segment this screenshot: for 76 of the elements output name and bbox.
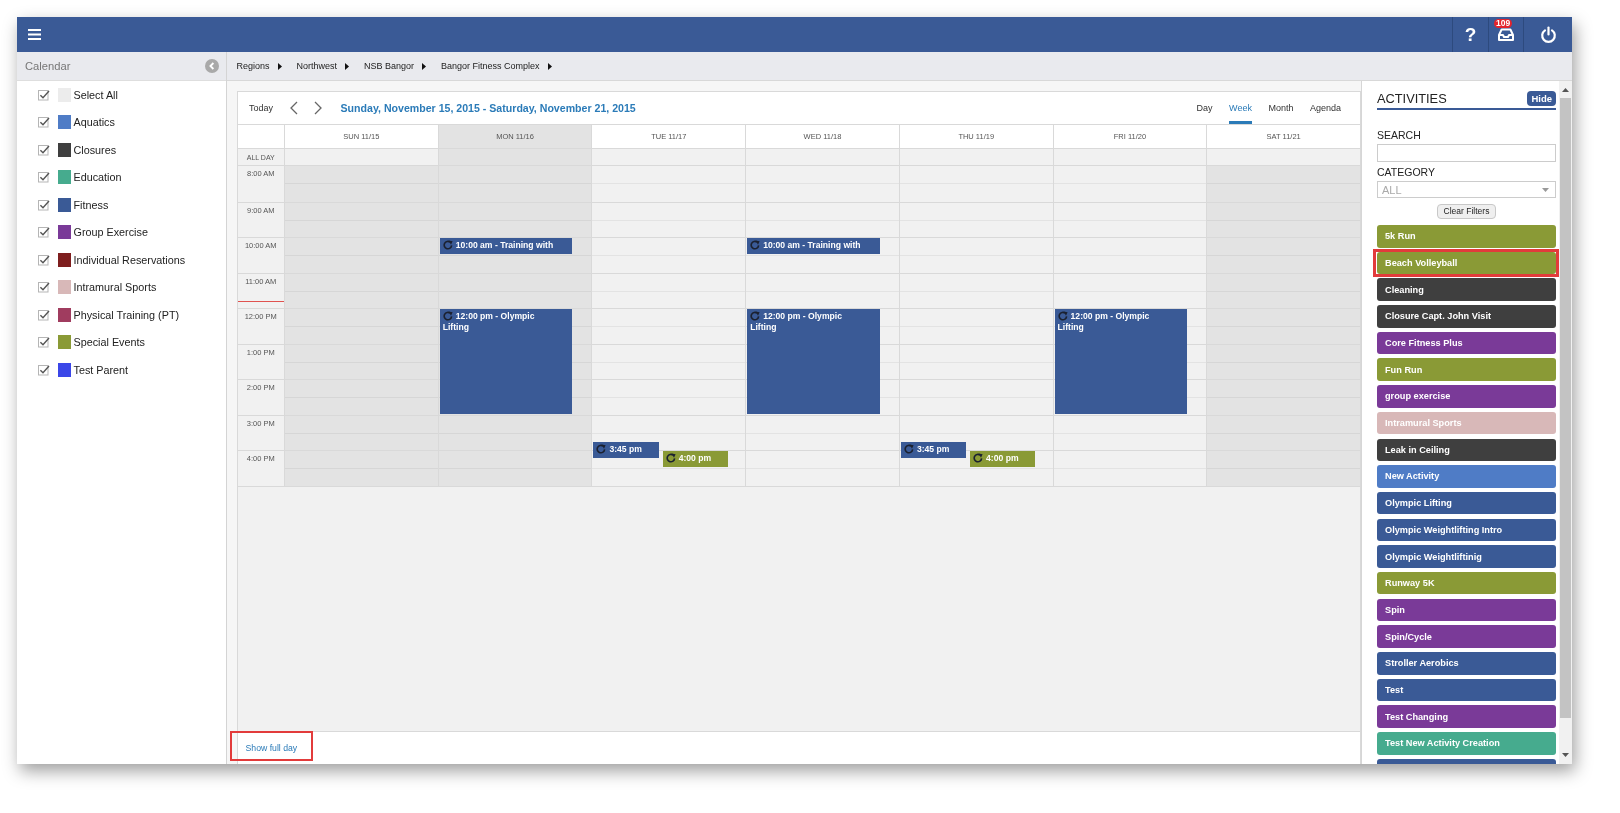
calendar-name: Education — [73, 171, 122, 184]
activity-item[interactable]: Cleaning — [1377, 278, 1556, 301]
view-tab[interactable]: Agenda — [1309, 92, 1341, 124]
field-label: SEARCH — [1377, 129, 1422, 141]
activity-item[interactable]: group exercise — [1377, 385, 1556, 408]
checkbox[interactable] — [38, 198, 50, 211]
hide-button[interactable]: Hide — [1527, 91, 1556, 106]
breadcrumb-link[interactable]: Northwest — [296, 61, 338, 71]
calendar-name: Individual Reservations — [73, 253, 186, 266]
checkbox[interactable] — [38, 116, 50, 129]
scroll-down-icon[interactable] — [1562, 753, 1569, 757]
calendar-event[interactable]: 12:00 pm - Olympic Lifting — [1054, 309, 1187, 414]
sidebar-title: Calendar — [25, 60, 71, 72]
calendar-name: Select All — [73, 88, 118, 101]
checkbox[interactable] — [38, 308, 50, 321]
activity-item[interactable]: Spin/Cycle — [1377, 625, 1556, 648]
activity-item[interactable]: Core Fitness Plus — [1377, 331, 1556, 355]
calendar-name: Fitness — [73, 198, 109, 211]
activity-item[interactable]: New Activity — [1377, 465, 1556, 488]
checkbox[interactable] — [38, 88, 50, 101]
scrollbar-thumb[interactable] — [1560, 98, 1571, 718]
breadcrumb-link[interactable]: Bangor Fitness Complex — [441, 61, 540, 71]
search-field[interactable] — [1377, 143, 1556, 162]
caret-icon — [422, 62, 427, 70]
calendar-event[interactable]: 10:00 am - Training with — [747, 238, 880, 254]
show-full-day-link[interactable]: Show full day — [245, 742, 298, 754]
calendar-name: Aquatics — [73, 116, 115, 129]
calendar-event[interactable]: 3:45 pm — [900, 442, 967, 458]
calendar-name: Physical Training (PT) — [73, 308, 180, 321]
view-tab[interactable]: Week — [1229, 92, 1252, 124]
calendar-event[interactable]: 12:00 pm - Olympic Lifting — [747, 309, 880, 414]
activity-item[interactable]: Leak in Ceiling — [1377, 438, 1556, 461]
caret-icon — [547, 62, 552, 70]
panel-title: ACTIVITIES — [1377, 91, 1447, 106]
breadcrumb-link[interactable]: NSB Bangor — [364, 61, 415, 71]
view-tab[interactable]: Day — [1196, 92, 1213, 124]
calendar-name: Group Exercise — [73, 226, 148, 239]
calendar-event[interactable]: 10:00 am - Training with — [439, 238, 573, 254]
activity-item[interactable]: Olympic Weightliftinig — [1377, 545, 1556, 568]
calendar-event[interactable]: 3:45 pm — [593, 442, 659, 458]
checkbox[interactable] — [38, 171, 50, 184]
clear-filters-button[interactable]: Clear Filters — [1436, 203, 1497, 219]
checkbox[interactable] — [38, 143, 50, 156]
checkbox[interactable] — [38, 281, 50, 294]
activity-item[interactable]: Olympic Lifting — [1377, 491, 1556, 515]
tray-icon — [1497, 27, 1515, 42]
activity-item[interactable]: Test Changing — [1377, 705, 1556, 728]
checkbox[interactable] — [38, 253, 50, 266]
menu-button[interactable] — [28, 29, 41, 40]
caret-icon — [277, 62, 282, 70]
checkbox[interactable] — [38, 363, 50, 376]
calendar-name: Special Events — [73, 336, 145, 349]
calendar-name: Intramural Sports — [73, 281, 157, 294]
today-button[interactable]: Today — [249, 103, 274, 113]
scroll-up-icon[interactable] — [1562, 88, 1569, 92]
calendar-name: Test Parent — [73, 363, 129, 376]
checkbox[interactable] — [38, 226, 50, 239]
breadcrumb-link[interactable]: Regions — [236, 61, 270, 71]
activity-item[interactable]: Closure Capt. John Visit — [1377, 305, 1556, 328]
power-icon — [1539, 26, 1557, 43]
activity-item[interactable]: Test — [1377, 678, 1556, 702]
field-label: CATEGORY — [1377, 165, 1436, 178]
calendar-name: Closures — [73, 143, 117, 156]
chevron-right-icon[interactable] — [313, 101, 322, 115]
activity-item[interactable]: Olympic Weightlifting Intro — [1377, 518, 1556, 542]
calendar-event[interactable]: 12:00 pm - Olympic Lifting — [439, 309, 573, 414]
activity-item[interactable]: Stroller Aerobics — [1377, 652, 1556, 675]
notification-badge: 109 — [1494, 19, 1513, 28]
menu-icon — [28, 29, 41, 40]
checkbox[interactable] — [38, 336, 50, 349]
chevron-left-icon[interactable] — [290, 101, 299, 115]
caret-icon — [1542, 187, 1549, 192]
activity-item[interactable]: Spin — [1377, 598, 1556, 622]
view-tab[interactable]: Month — [1268, 92, 1294, 124]
date-range-title: Sunday, November 15, 2015 - Saturday, November 21, 2015 — [340, 102, 636, 114]
caret-icon — [345, 62, 350, 70]
